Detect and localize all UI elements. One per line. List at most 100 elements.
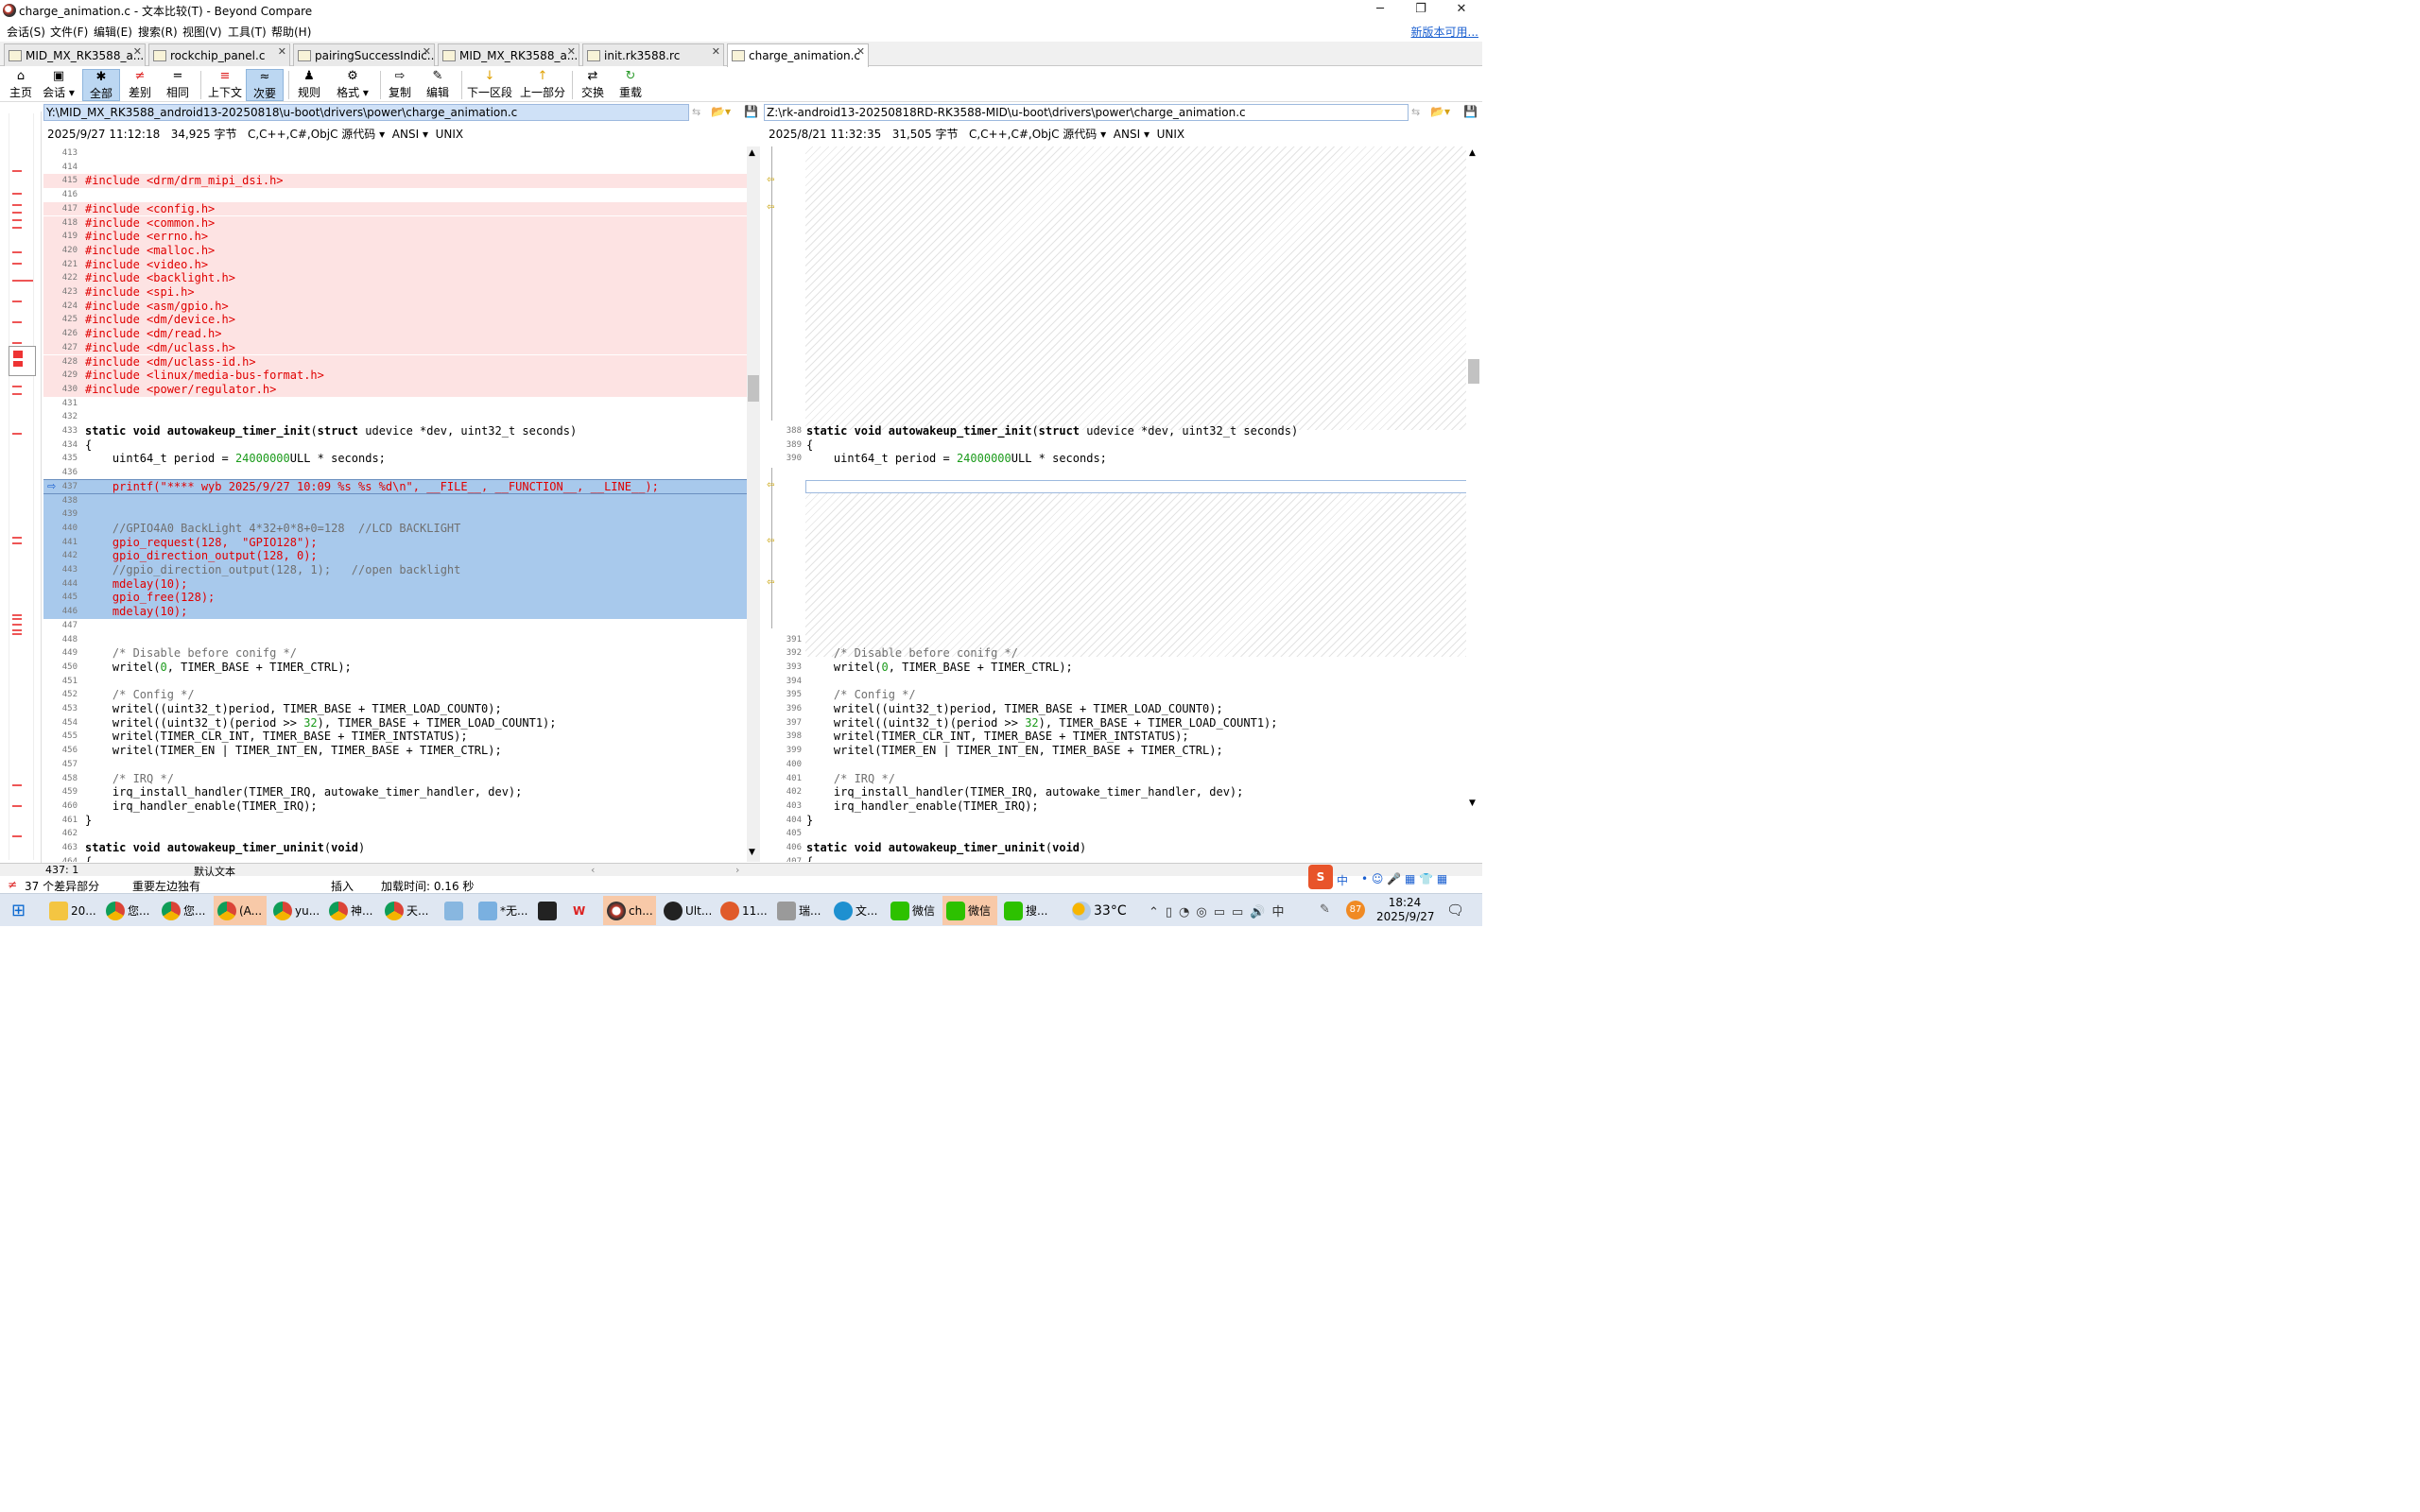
notification-center-icon[interactable]: 🗨 bbox=[1446, 902, 1464, 919]
close-tab-icon[interactable]: ✕ bbox=[278, 45, 286, 58]
code-line[interactable]: 405 bbox=[769, 827, 1466, 841]
taskbar-item-tool[interactable]: 瑞... bbox=[773, 896, 826, 925]
code-line[interactable]: 455 writel(TIMER_CLR_INT, TIMER_BASE + T… bbox=[43, 730, 747, 744]
taskbar-item-notepad[interactable]: *无... bbox=[475, 896, 527, 925]
taskbar-item-wechat-search[interactable]: 搜... bbox=[1000, 896, 1053, 925]
sogou-ime-icon[interactable]: S bbox=[1308, 865, 1333, 889]
right-open-folder-icon[interactable]: 📂▾ bbox=[1430, 105, 1450, 118]
taskbar-item-chrome[interactable]: 您... bbox=[158, 896, 211, 925]
code-line[interactable]: 447 bbox=[43, 619, 747, 633]
left-language[interactable]: C,C++,C#,ObjC 源代码 bbox=[248, 128, 375, 141]
thumbnail-overview[interactable] bbox=[0, 112, 42, 863]
clock[interactable]: 18:24 2025/9/27 bbox=[1376, 896, 1435, 924]
code-line[interactable]: 429 #include <linux/media-bus-format.h> bbox=[43, 369, 747, 383]
start-button[interactable]: ⊞ bbox=[8, 896, 36, 925]
code-line[interactable]: 431 bbox=[43, 397, 747, 411]
minor-button[interactable]: ≈ 次要 bbox=[246, 69, 284, 101]
code-line[interactable]: 422 #include <backlight.h> bbox=[43, 271, 747, 285]
close-tab-icon[interactable]: ✕ bbox=[712, 45, 720, 58]
code-line[interactable]: 393 writel(0, TIMER_BASE + TIMER_CTRL); bbox=[769, 661, 1466, 675]
taskbar-item-paint[interactable] bbox=[441, 896, 467, 925]
scroll-down-icon[interactable]: ▼ bbox=[749, 848, 755, 857]
taskbar-item-edge[interactable]: 文... bbox=[830, 896, 883, 925]
close-button[interactable]: ✕ bbox=[1441, 0, 1482, 21]
code-line[interactable]: 449 /* Disable before conifg */ bbox=[43, 646, 747, 661]
scroll-thumb[interactable] bbox=[748, 375, 759, 402]
menu-help[interactable]: 帮助(H) bbox=[271, 24, 311, 40]
code-line[interactable]: 434 { bbox=[43, 438, 747, 453]
code-line[interactable]: 406 static void autowakeup_timer_uninit(v… bbox=[769, 841, 1466, 855]
taskbar-item-wechat-active[interactable]: 微信 bbox=[942, 896, 997, 925]
taskbar-item-ultraedit[interactable]: Ult... bbox=[660, 896, 713, 925]
taskbar-item-beyond-compare[interactable]: ch... bbox=[603, 896, 656, 925]
swap-button[interactable]: ⇄ 交换 bbox=[579, 69, 607, 101]
code-line[interactable]: 418 #include <common.h> bbox=[43, 215, 747, 231]
left-encoding[interactable]: ANSI bbox=[392, 128, 419, 141]
new-version-link[interactable]: 新版本可用... bbox=[1411, 24, 1478, 40]
code-line[interactable]: 420 #include <malloc.h> bbox=[43, 243, 747, 258]
code-line[interactable]: 407 { bbox=[769, 855, 1466, 862]
show-same-button[interactable]: = 相同 bbox=[161, 69, 195, 101]
left-vertical-scrollbar[interactable]: ▲ ▼ bbox=[747, 146, 760, 862]
taskbar-item-app[interactable]: 11... bbox=[717, 896, 769, 925]
code-line[interactable]: 426 #include <dm/read.h> bbox=[43, 327, 747, 341]
taskbar-item-folder[interactable]: 20... bbox=[45, 896, 98, 925]
code-line[interactable]: 452 /* Config */ bbox=[43, 688, 747, 702]
code-line[interactable]: 414 bbox=[43, 161, 747, 175]
code-line[interactable]: 435 uint64_t period = 24000000ULL * seco… bbox=[43, 452, 747, 466]
taskbar-item-chrome[interactable]: 神... bbox=[325, 896, 378, 925]
tab-2[interactable]: rockchip_panel.c ✕ bbox=[148, 43, 290, 66]
code-line[interactable]: 395 /* Config */ bbox=[769, 688, 1466, 702]
code-line[interactable]: 460 irq_handler_enable(TIMER_IRQ); bbox=[43, 799, 747, 814]
prev-section-button[interactable]: ↑ 上一部分 bbox=[520, 69, 565, 101]
taskbar-item-terminal[interactable] bbox=[534, 896, 561, 925]
rules-button[interactable]: ♟ 规则 bbox=[293, 69, 325, 101]
notification-count-badge[interactable]: 87 bbox=[1346, 901, 1365, 919]
code-line[interactable]: 448 bbox=[43, 633, 747, 647]
taskbar-item-wechat[interactable]: 微信 bbox=[887, 896, 940, 925]
aligned-cursor-line[interactable] bbox=[805, 479, 1466, 494]
weather-widget[interactable]: 33°C bbox=[1068, 896, 1144, 925]
code-line[interactable]: 439 bbox=[43, 507, 747, 522]
code-line[interactable]: 388 static void autowakeup_timer_init(str… bbox=[769, 424, 1466, 438]
code-line[interactable]: 463 static void autowakeup_timer_uninit(v… bbox=[43, 841, 747, 855]
code-line[interactable]: 440 //GPIO4A0 BackLight 4*32+0*8+0=128 /… bbox=[43, 521, 747, 536]
code-line[interactable]: 446 mdelay(10); bbox=[43, 605, 747, 619]
code-line[interactable]: 403 irq_handler_enable(TIMER_IRQ); bbox=[769, 799, 1466, 814]
code-line[interactable]: 401 /* IRQ */ bbox=[769, 772, 1466, 786]
menu-tools[interactable]: 工具(T) bbox=[228, 24, 267, 40]
taskbar-item-wps[interactable]: W bbox=[569, 896, 597, 925]
format-button[interactable]: ⚙ 格式 ▾ bbox=[331, 69, 374, 101]
code-line[interactable]: 425 #include <dm/device.h> bbox=[43, 313, 747, 328]
taskbar-item-chrome[interactable]: 您... bbox=[102, 896, 155, 925]
scroll-down-icon[interactable]: ▼ bbox=[1469, 799, 1476, 808]
code-line[interactable]: 432 bbox=[43, 410, 747, 424]
code-line[interactable]: 461} bbox=[43, 814, 747, 828]
code-line[interactable]: 438 bbox=[43, 493, 747, 508]
right-history-icon[interactable]: ⇆ bbox=[1411, 106, 1420, 118]
code-line[interactable]: 462 bbox=[43, 827, 747, 841]
home-button[interactable]: ⌂ 主页 bbox=[6, 69, 36, 101]
code-line[interactable]: 453 writel((uint32_t)period, TIMER_BASE … bbox=[43, 702, 747, 716]
code-line[interactable]: 436 bbox=[43, 466, 747, 480]
close-tab-icon[interactable]: ✕ bbox=[133, 45, 142, 58]
ime-mode[interactable]: 中 bbox=[1337, 872, 1348, 888]
show-all-button[interactable]: ✱ 全部 bbox=[82, 69, 120, 101]
left-line-ending[interactable]: UNIX bbox=[436, 128, 464, 141]
taskbar-item-chrome[interactable]: yu... bbox=[269, 896, 322, 925]
menu-edit[interactable]: 编辑(E) bbox=[94, 24, 132, 40]
code-line[interactable]: 417 #include <config.h> bbox=[43, 201, 747, 216]
code-line[interactable]: 397 writel((uint32_t)(period >> 32), TIM… bbox=[769, 716, 1466, 730]
code-line[interactable]: 419 #include <errno.h> bbox=[43, 230, 747, 244]
tab-5[interactable]: init.rk3588.rc ✕ bbox=[582, 43, 724, 66]
code-line[interactable]: 413 bbox=[43, 146, 747, 161]
code-line[interactable]: 442 gpio_direction_output(128, 0); bbox=[43, 549, 747, 563]
close-tab-icon[interactable]: ✕ bbox=[423, 45, 431, 58]
right-line-ending[interactable]: UNIX bbox=[1157, 128, 1185, 141]
left-open-folder-icon[interactable]: 📂▾ bbox=[711, 105, 731, 118]
code-line[interactable]: 400 bbox=[769, 758, 1466, 772]
code-line[interactable]: 402 irq_install_handler(TIMER_IRQ, autow… bbox=[769, 785, 1466, 799]
code-line[interactable]: 428 #include <dm/uclass-id.h> bbox=[43, 354, 747, 369]
taskbar-item-chrome[interactable]: 天... bbox=[381, 896, 434, 925]
scroll-thumb[interactable] bbox=[1468, 359, 1479, 384]
